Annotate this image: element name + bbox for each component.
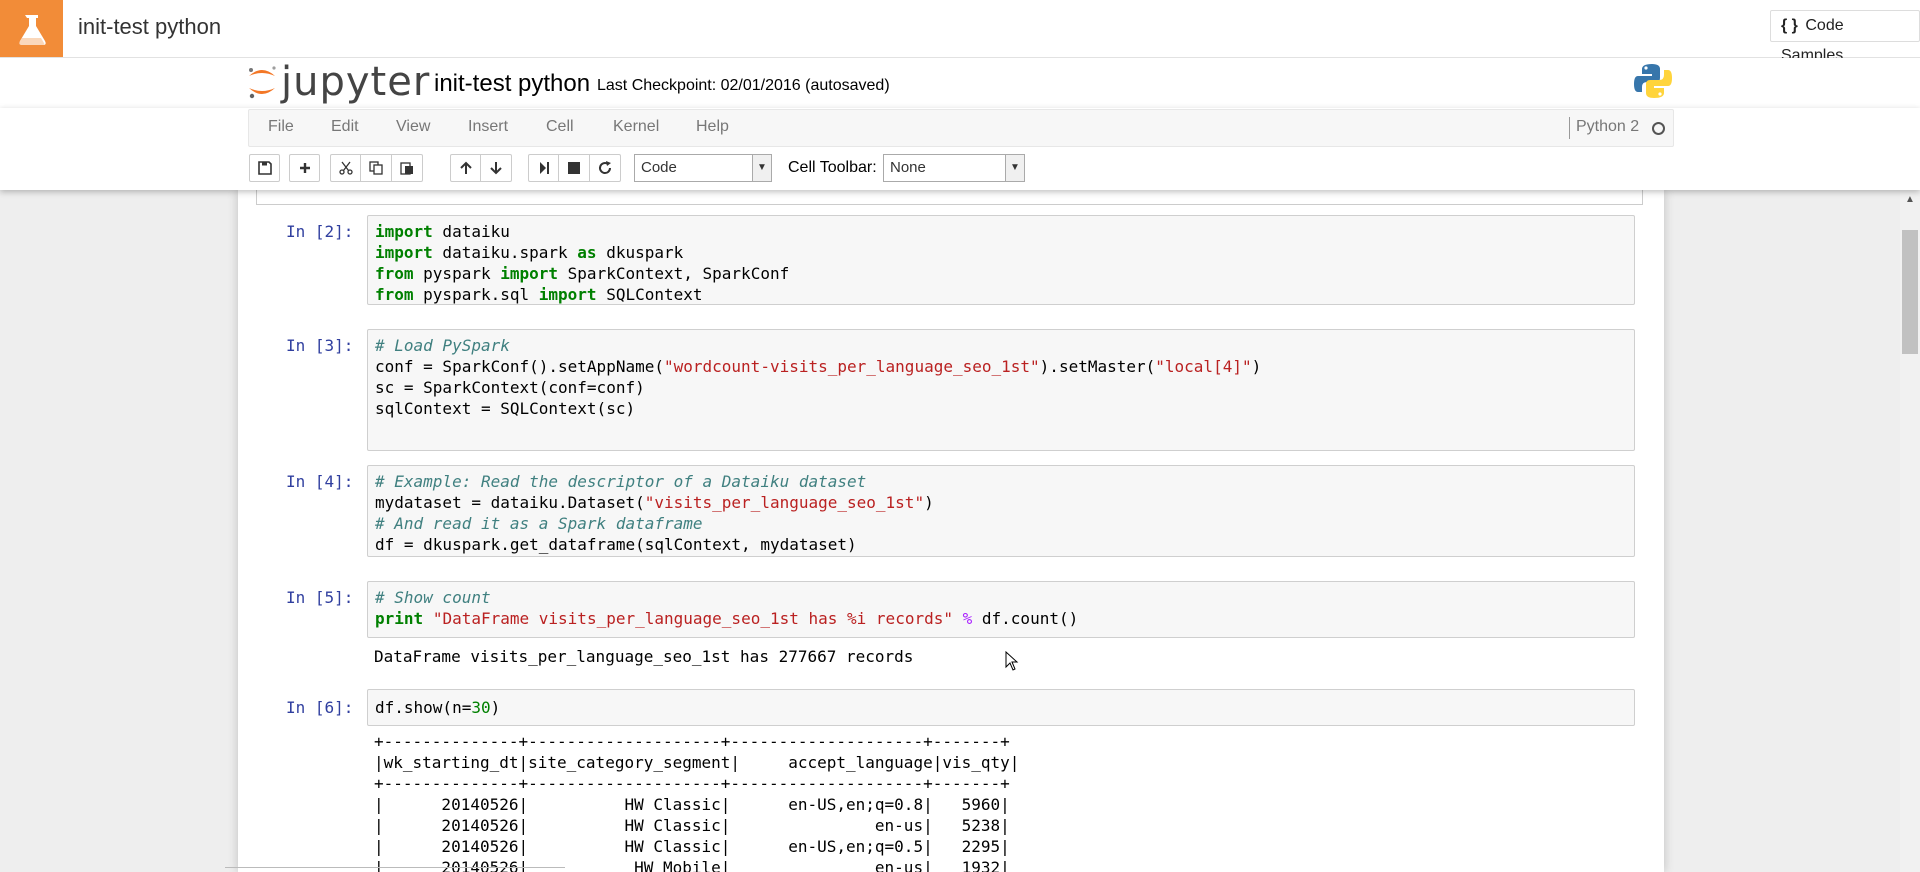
mouse-cursor-icon [1005, 651, 1019, 671]
table-output-line: +--------------+--------------------+---… [374, 732, 1010, 751]
menu-edit[interactable]: Edit [331, 118, 359, 136]
kernel-idle-icon [1652, 122, 1665, 135]
scrollbar-thumb[interactable] [1902, 230, 1918, 354]
plus-icon [299, 163, 310, 173]
code-input[interactable]: df.show(n=30) [367, 689, 1635, 726]
cut-button[interactable] [330, 154, 361, 182]
code-line: import dataiku.spark as dkuspark [375, 243, 684, 262]
insert-cell-button[interactable] [289, 154, 320, 182]
paste-icon [400, 162, 413, 175]
table-output-line: | 20140526| HW Classic| en-US,en;q=0.5| … [374, 837, 1010, 856]
code-comment: # Example: Read the descriptor of a Data… [375, 472, 867, 491]
menu-cell[interactable]: Cell [546, 118, 574, 136]
code-comment: # Show count [375, 588, 491, 607]
cell-toolbar-label: Cell Toolbar: [788, 159, 877, 176]
cell-prompt: In [2]: [286, 222, 354, 241]
menu-help[interactable]: Help [696, 118, 729, 136]
code-comment: # And read it as a Spark dataframe [375, 514, 703, 533]
jupyter-logo-icon[interactable] [246, 62, 278, 102]
run-cell-button[interactable] [528, 154, 559, 182]
code-input[interactable]: # Load PySpark conf = SparkConf().setApp… [367, 329, 1635, 451]
interrupt-button[interactable] [559, 154, 590, 182]
code-line: sc = SparkContext(conf=conf) [375, 378, 645, 397]
cell-prompt: In [3]: [286, 336, 354, 355]
cell-toolbar-select[interactable]: None ▼ [883, 154, 1025, 182]
cell-type-select[interactable]: Code ▼ [634, 154, 772, 182]
menu-file[interactable]: File [268, 118, 294, 136]
table-output-line: | 20140526| HW Classic| en-US,en;q=0.8| … [374, 795, 1010, 814]
chevron-down-icon: ▼ [752, 155, 771, 181]
code-line: mydataset = dataiku.Dataset("visits_per_… [375, 493, 934, 512]
move-up-button[interactable] [450, 154, 481, 182]
code-line: conf = SparkConf().setAppName("wordcount… [375, 357, 1262, 376]
kernel-separator [1569, 117, 1570, 139]
menu-view[interactable]: View [396, 118, 430, 136]
jupyter-header: jupyter init-test python Last Checkpoint… [0, 58, 1920, 108]
horizontal-scroll-edge [225, 867, 565, 872]
previous-cell-edge [256, 190, 1643, 205]
menubar: File Edit View Insert Cell Kernel Help P… [248, 109, 1674, 147]
dss-topbar: init-test python { } Code Samples [0, 0, 1920, 64]
braces-icon: { } [1781, 17, 1798, 34]
notebook-container[interactable]: In [2]: import dataiku import dataiku.sp… [238, 190, 1664, 872]
code-line: df.show(n=30) [375, 698, 501, 717]
notebook-name[interactable]: init-test python [434, 70, 590, 98]
copy-button[interactable] [361, 154, 392, 182]
chevron-down-icon: ▼ [1005, 155, 1024, 181]
python-logo-icon [1634, 64, 1672, 98]
cut-icon [338, 161, 353, 175]
step-icon [539, 162, 549, 174]
table-output-line: |wk_starting_dt|site_category_segment| a… [374, 753, 1020, 772]
app-title: init-test python [78, 14, 222, 39]
cell-prompt: In [4]: [286, 472, 354, 491]
cell-prompt: In [5]: [286, 588, 354, 607]
code-line: from pyspark.sql import SQLContext [375, 285, 703, 304]
menu-kernel[interactable]: Kernel [613, 118, 659, 136]
save-icon [257, 161, 272, 175]
table-output-line: +--------------+--------------------+---… [374, 774, 1010, 793]
menubar-container: File Edit View Insert Cell Kernel Help P… [0, 108, 1920, 190]
menu-insert[interactable]: Insert [468, 118, 508, 136]
jupyter-logo-text[interactable]: jupyter [281, 59, 430, 105]
move-down-button[interactable] [481, 154, 512, 182]
page-scrollbar[interactable]: ▲ [1900, 190, 1920, 872]
code-line: from pyspark import SparkContext, SparkC… [375, 264, 790, 283]
code-line: import dataiku [375, 222, 510, 241]
code-samples-button[interactable]: { } Code Samples [1770, 10, 1920, 64]
cell-type-value: Code [641, 159, 677, 176]
restart-kernel-button[interactable] [590, 154, 621, 182]
stop-icon [568, 162, 580, 174]
checkpoint-status: Last Checkpoint: 02/01/2016 (autosaved) [597, 77, 890, 94]
arrow-down-icon [490, 162, 502, 175]
scroll-up-icon[interactable]: ▲ [1900, 190, 1920, 208]
code-input[interactable]: # Example: Read the descriptor of a Data… [367, 465, 1635, 557]
code-line: df = dkuspark.get_dataframe(sqlContext, … [375, 535, 857, 554]
table-output-line: | 20140526| HW Classic| en-us| 5238| [374, 816, 1010, 835]
cell-prompt: In [6]: [286, 698, 354, 717]
code-comment: # Load PySpark [375, 336, 510, 355]
cell-toolbar-value: None [890, 159, 926, 176]
save-button[interactable] [249, 154, 280, 182]
code-line: print "DataFrame visits_per_language_seo… [375, 609, 1079, 628]
cell-output: DataFrame visits_per_language_seo_1st ha… [374, 647, 914, 666]
kernel-name: Python 2 [1576, 118, 1640, 135]
paste-button[interactable] [392, 154, 423, 182]
arrow-up-icon [459, 161, 472, 174]
copy-icon [369, 161, 383, 175]
code-line: sqlContext = SQLContext(sc) [375, 399, 636, 418]
restart-icon [599, 161, 612, 174]
code-input[interactable]: import dataiku import dataiku.spark as d… [367, 215, 1635, 305]
code-input[interactable]: # Show count print "DataFrame visits_per… [367, 581, 1635, 638]
home-button[interactable] [0, 0, 63, 57]
flask-icon [18, 15, 46, 45]
